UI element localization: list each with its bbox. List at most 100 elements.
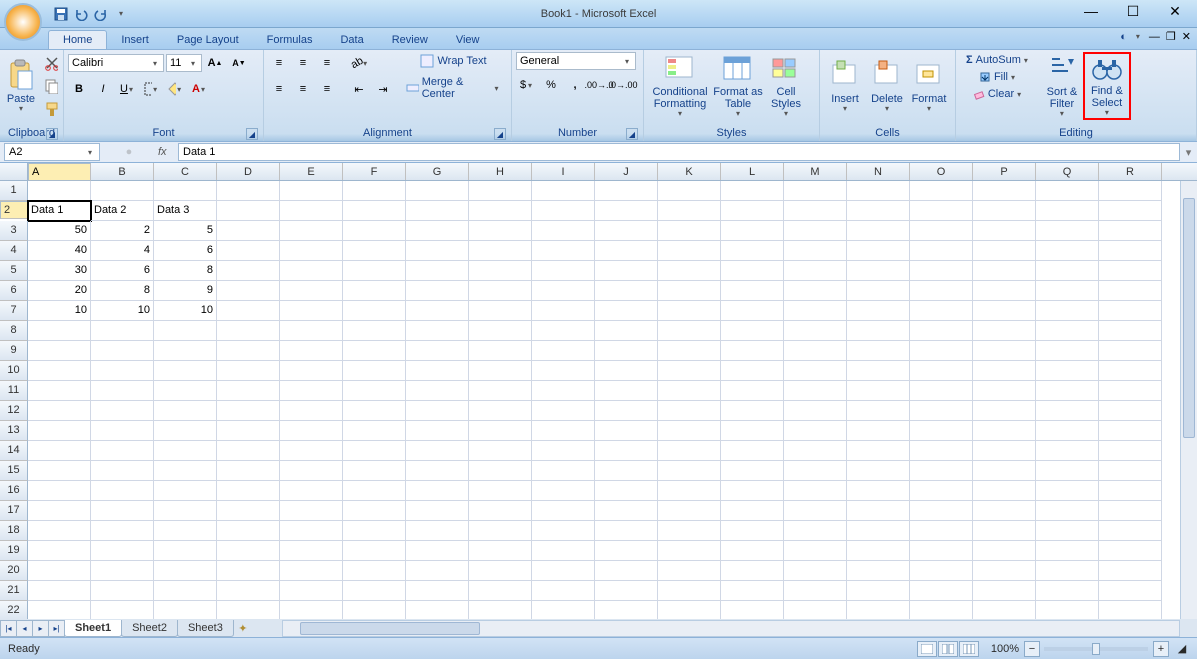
cell[interactable] (469, 461, 532, 481)
cell[interactable] (1036, 281, 1099, 301)
cell[interactable] (469, 601, 532, 619)
row-header[interactable]: 22 (0, 601, 28, 619)
cell[interactable] (532, 241, 595, 261)
cell[interactable] (217, 501, 280, 521)
cell[interactable] (910, 261, 973, 281)
cell[interactable] (343, 241, 406, 261)
cell[interactable] (973, 261, 1036, 281)
cell[interactable] (658, 181, 721, 201)
cell[interactable] (595, 461, 658, 481)
insert-cells-button[interactable]: Insert▾ (824, 52, 866, 120)
normal-view-button[interactable] (917, 641, 937, 657)
cell[interactable] (217, 441, 280, 461)
cell[interactable] (280, 321, 343, 341)
cell[interactable] (406, 181, 469, 201)
cell[interactable] (1099, 561, 1162, 581)
row-header[interactable]: 11 (0, 381, 28, 401)
cell[interactable] (973, 201, 1036, 221)
cell[interactable] (469, 441, 532, 461)
cell[interactable] (280, 581, 343, 601)
sheet-nav-first[interactable]: |◂ (0, 620, 16, 637)
cell[interactable]: 50 (28, 221, 91, 241)
row-header[interactable]: 17 (0, 501, 28, 521)
cell[interactable] (721, 281, 784, 301)
column-header[interactable]: L (721, 163, 784, 180)
cell[interactable] (973, 441, 1036, 461)
cell[interactable] (1036, 521, 1099, 541)
cell[interactable] (973, 481, 1036, 501)
cell[interactable] (28, 521, 91, 541)
cell[interactable]: 30 (28, 261, 91, 281)
resize-grip[interactable]: ◢ (1175, 642, 1189, 655)
cell[interactable] (973, 361, 1036, 381)
orientation-button[interactable]: ab▾ (348, 52, 370, 74)
cell[interactable] (469, 181, 532, 201)
cell[interactable] (595, 401, 658, 421)
cell[interactable] (28, 561, 91, 581)
cell[interactable] (343, 541, 406, 561)
cell[interactable] (658, 261, 721, 281)
row-header[interactable]: 15 (0, 461, 28, 481)
cell[interactable] (532, 521, 595, 541)
cell[interactable] (721, 561, 784, 581)
cell[interactable] (973, 561, 1036, 581)
cell[interactable] (1036, 601, 1099, 619)
cell[interactable] (28, 401, 91, 421)
cell[interactable] (406, 261, 469, 281)
cell[interactable] (532, 321, 595, 341)
column-header[interactable]: H (469, 163, 532, 180)
cell[interactable] (1036, 481, 1099, 501)
cell[interactable] (532, 201, 595, 221)
cell[interactable] (910, 461, 973, 481)
cell[interactable] (595, 521, 658, 541)
cell[interactable] (343, 361, 406, 381)
cell[interactable] (847, 401, 910, 421)
cell[interactable] (721, 581, 784, 601)
cell[interactable] (910, 361, 973, 381)
cell[interactable] (1036, 421, 1099, 441)
cell[interactable] (91, 401, 154, 421)
align-left-button[interactable]: ≡ (268, 78, 290, 100)
cell[interactable] (532, 261, 595, 281)
cell[interactable] (1099, 481, 1162, 501)
cell[interactable] (1099, 361, 1162, 381)
cell[interactable] (406, 601, 469, 619)
cell[interactable] (406, 361, 469, 381)
cell[interactable] (469, 241, 532, 261)
column-header[interactable]: A (28, 163, 91, 181)
cell[interactable] (847, 201, 910, 221)
cell[interactable] (280, 201, 343, 221)
page-break-view-button[interactable] (959, 641, 979, 657)
format-painter-button[interactable] (40, 98, 62, 120)
cell[interactable] (28, 541, 91, 561)
cell[interactable] (721, 181, 784, 201)
cell[interactable] (595, 381, 658, 401)
cell[interactable] (469, 401, 532, 421)
cell[interactable] (1099, 381, 1162, 401)
cell[interactable] (721, 601, 784, 619)
border-button[interactable]: ▾ (140, 78, 162, 100)
cell[interactable] (1036, 381, 1099, 401)
cell[interactable] (784, 561, 847, 581)
row-header[interactable]: 18 (0, 521, 28, 541)
formula-expand-button[interactable]: ▾ (1180, 146, 1197, 159)
cell[interactable] (217, 561, 280, 581)
cell[interactable] (154, 601, 217, 619)
cell[interactable] (217, 341, 280, 361)
cell[interactable] (469, 481, 532, 501)
wrap-text-button[interactable]: Wrap Text (400, 52, 507, 70)
close-button[interactable]: ✕ (1159, 2, 1191, 20)
help-dropdown[interactable]: ▾ (1133, 32, 1143, 41)
cell[interactable] (343, 421, 406, 441)
fill-color-button[interactable]: ▾ (164, 78, 186, 100)
cell[interactable] (154, 401, 217, 421)
cell[interactable] (532, 381, 595, 401)
cell[interactable] (154, 461, 217, 481)
cell[interactable] (595, 601, 658, 619)
sheet-tab[interactable]: Sheet3 (177, 620, 234, 637)
cell[interactable] (406, 421, 469, 441)
cell[interactable] (658, 581, 721, 601)
row-header[interactable]: 1 (0, 181, 28, 201)
cell[interactable] (406, 461, 469, 481)
cell[interactable] (721, 261, 784, 281)
